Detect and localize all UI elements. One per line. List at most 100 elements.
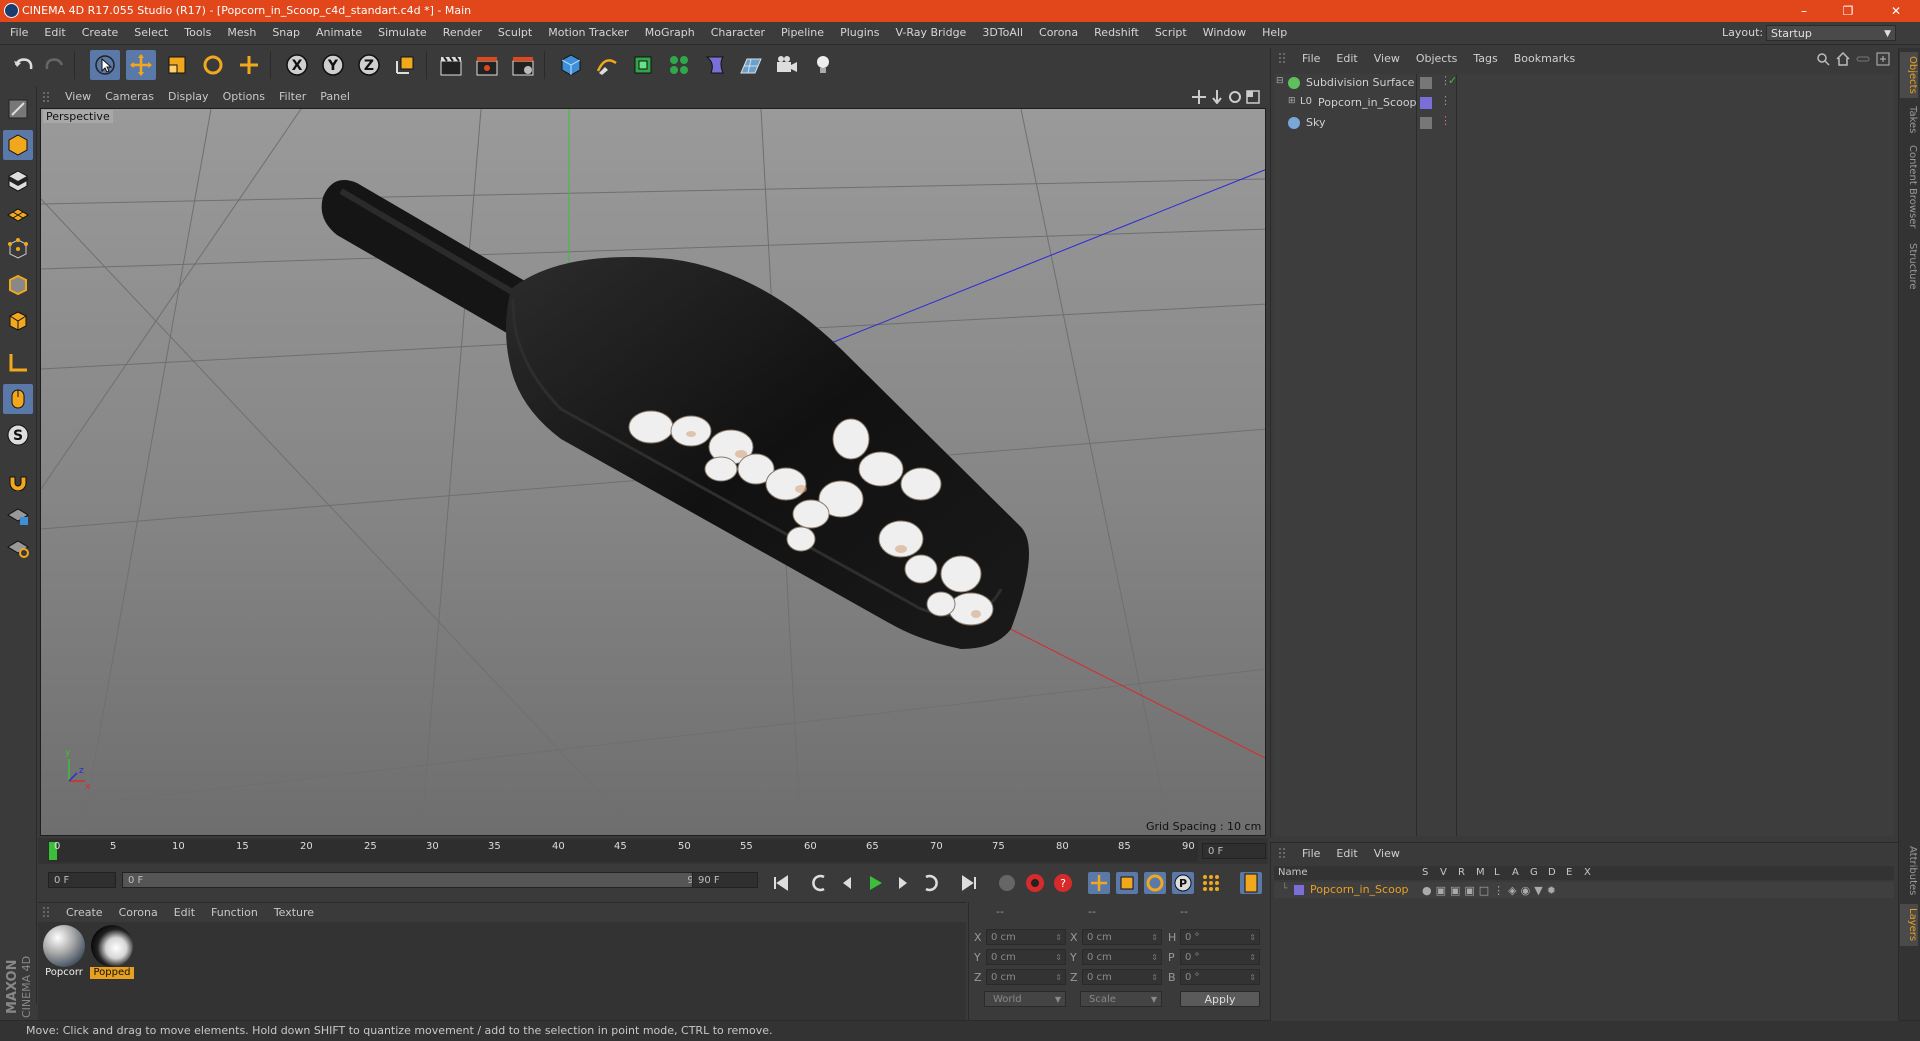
transform-tool-button[interactable] <box>234 50 264 80</box>
menu-mograph[interactable]: MoGraph <box>637 22 703 44</box>
menu-snap[interactable]: Snap <box>264 22 308 44</box>
menu-simulate[interactable]: Simulate <box>370 22 435 44</box>
rotation-h-field[interactable]: 0 ° ⇕ <box>1180 929 1260 945</box>
tab-structure[interactable]: Structure <box>1900 240 1918 292</box>
edges-mode-button[interactable] <box>3 270 33 300</box>
layer-col-solo[interactable]: S <box>1422 867 1428 878</box>
material-menu-edit[interactable]: Edit <box>166 903 203 923</box>
menu-pipeline[interactable]: Pipeline <box>773 22 832 44</box>
key-scale-button[interactable] <box>1116 872 1138 894</box>
position-x-field[interactable]: 0 cm ⇕ <box>986 929 1066 945</box>
maximize-view-icon[interactable] <box>1246 90 1260 104</box>
viewport-menu-cameras[interactable]: Cameras <box>98 87 161 107</box>
current-frame-field[interactable]: 0 F <box>1202 843 1266 859</box>
add-spline-button[interactable] <box>592 50 622 80</box>
locked-workplane-button[interactable] <box>3 500 33 530</box>
enabled-check-icon[interactable]: ✓ <box>1448 74 1457 87</box>
layer-col-render[interactable]: R <box>1458 867 1465 878</box>
axis-mode-button[interactable] <box>3 348 33 378</box>
position-z-field[interactable]: 0 cm ⇕ <box>986 969 1066 985</box>
menu-character[interactable]: Character <box>703 22 773 44</box>
menu-plugins[interactable]: Plugins <box>832 22 887 44</box>
viewport-menu-options[interactable]: Options <box>216 87 272 107</box>
layer-col-expressions[interactable]: E <box>1566 867 1572 878</box>
size-x-field[interactable]: 0 cm ⇕ <box>1082 929 1162 945</box>
scale-tool-button[interactable] <box>162 50 192 80</box>
object-menu-bookmarks[interactable]: Bookmarks <box>1506 48 1583 70</box>
live-selection-button[interactable] <box>90 50 120 80</box>
new-window-icon[interactable] <box>1876 52 1890 66</box>
menu-3dtoall[interactable]: 3DToAll <box>974 22 1031 44</box>
layer-col-animation[interactable]: A <box>1512 867 1519 878</box>
rotate-tool-button[interactable] <box>198 50 228 80</box>
size-z-field[interactable]: 0 cm ⇕ <box>1082 969 1162 985</box>
menu-tools[interactable]: Tools <box>176 22 219 44</box>
layer-col-locked[interactable]: L <box>1494 867 1500 878</box>
autokey-button[interactable]: ? <box>1052 872 1074 894</box>
frame-range-slider[interactable]: 0 F 90 F <box>122 872 718 888</box>
z-axis-button[interactable]: Z <box>354 50 384 80</box>
key-parameter-button[interactable]: P <box>1172 872 1194 894</box>
render-view-button[interactable] <box>436 50 466 80</box>
collapse-toggle-icon[interactable]: ⊟ <box>1276 76 1284 86</box>
edit-render-settings-button[interactable] <box>508 50 538 80</box>
tab-attributes[interactable]: Attributes <box>1900 842 1918 900</box>
size-mode-select[interactable]: Scale ▼ <box>1080 991 1162 1007</box>
rotate-view-icon[interactable] <box>1228 90 1242 104</box>
object-menu-tags[interactable]: Tags <box>1465 48 1505 70</box>
add-environment-button[interactable] <box>736 50 766 80</box>
home-icon[interactable] <box>1836 52 1850 66</box>
menu-animate[interactable]: Animate <box>308 22 370 44</box>
tab-content-browser[interactable]: Content Browser <box>1900 144 1918 230</box>
object-menu-objects[interactable]: Objects <box>1408 48 1466 70</box>
search-icon[interactable] <box>1816 52 1830 66</box>
tab-objects[interactable]: Objects <box>1900 52 1918 98</box>
material-menu-corona[interactable]: Corona <box>111 903 166 923</box>
visibility-dots-icon[interactable]: ⋮ <box>1440 94 1451 107</box>
menu-motion-tracker[interactable]: Motion Tracker <box>540 22 636 44</box>
key-pla-button[interactable] <box>1200 872 1222 894</box>
polygons-mode-button[interactable] <box>3 306 33 336</box>
menu-select[interactable]: Select <box>126 22 176 44</box>
layer-menu-edit[interactable]: Edit <box>1328 843 1365 865</box>
object-menu-view[interactable]: View <box>1366 48 1408 70</box>
link-icon[interactable] <box>1856 52 1870 66</box>
material-menu-create[interactable]: Create <box>58 903 111 923</box>
end-frame-field[interactable]: 90 F <box>692 872 758 888</box>
layer-col-xref[interactable]: X <box>1584 867 1591 878</box>
tab-layers[interactable]: Layers <box>1900 904 1918 946</box>
key-rotation-button[interactable] <box>1144 872 1166 894</box>
layout-select[interactable]: Startup ▼ <box>1766 25 1896 41</box>
layer-menu-view[interactable]: View <box>1366 843 1408 865</box>
move-tool-button[interactable] <box>126 50 156 80</box>
coordinate-space-select[interactable]: World ▼ <box>984 991 1066 1007</box>
pan-view-icon[interactable] <box>1192 90 1206 104</box>
object-row-popcorn-in-scoop[interactable]: ⊞ L0 Popcorn_in_Scoop ⋮ <box>1274 94 1894 112</box>
add-cube-button[interactable] <box>556 50 586 80</box>
size-y-field[interactable]: 0 cm ⇕ <box>1082 949 1162 965</box>
rotation-p-field[interactable]: 0 ° ⇕ <box>1180 949 1260 965</box>
menu-mesh[interactable]: Mesh <box>219 22 264 44</box>
planar-workplane-button[interactable] <box>3 532 33 562</box>
goto-previous-key-button[interactable] <box>808 872 830 894</box>
viewport-menu-display[interactable]: Display <box>161 87 216 107</box>
timeline-window-button[interactable] <box>1240 872 1262 894</box>
layer-col-deformers[interactable]: D <box>1548 867 1556 878</box>
make-editable-button[interactable] <box>3 94 33 124</box>
object-menu-edit[interactable]: Edit <box>1328 48 1365 70</box>
goto-start-button[interactable] <box>770 872 792 894</box>
add-nurbs-button[interactable] <box>628 50 658 80</box>
y-axis-button[interactable]: Y <box>318 50 348 80</box>
perspective-viewport[interactable]: y x z <box>40 108 1266 836</box>
material-swatch-popped[interactable]: Popped <box>90 925 134 981</box>
menu-corona[interactable]: Corona <box>1031 22 1086 44</box>
menu-create[interactable]: Create <box>74 22 127 44</box>
tweak-mode-button[interactable] <box>3 384 33 414</box>
viewport-menu-panel[interactable]: Panel <box>313 87 357 107</box>
goto-next-frame-button[interactable] <box>892 872 914 894</box>
snap-settings-button[interactable]: S <box>3 420 33 450</box>
menu-help[interactable]: Help <box>1254 22 1295 44</box>
key-position-button[interactable] <box>1088 872 1110 894</box>
object-row-subdivision-surface[interactable]: ⊟ Subdivision Surface ⋮ ✓ <box>1274 74 1894 92</box>
layer-col-view[interactable]: V <box>1440 867 1447 878</box>
